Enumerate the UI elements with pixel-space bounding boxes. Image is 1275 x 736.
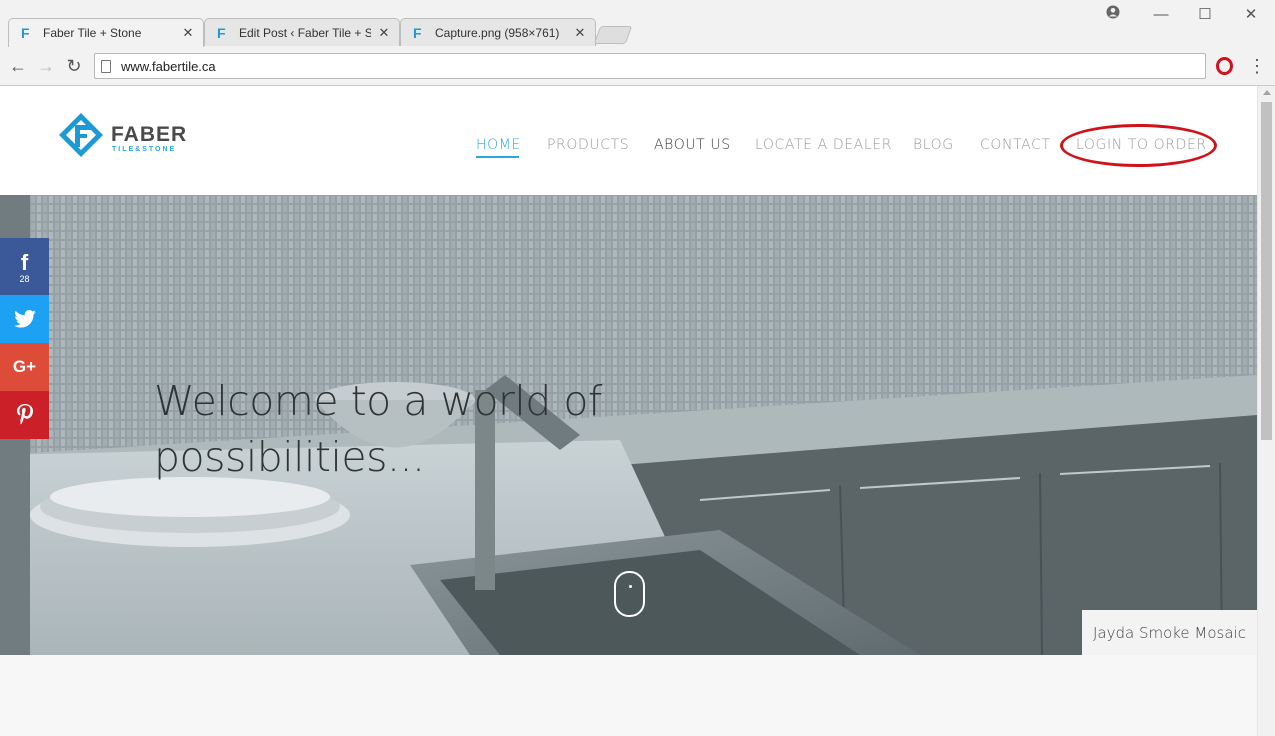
tab-title: Capture.png (958×761)	[435, 25, 560, 40]
tab-capture[interactable]: F Capture.png (958×761) ✕	[400, 18, 596, 46]
faber-favicon-icon: F	[217, 24, 226, 41]
site-header: FABER TILE&STONE HOME PRODUCTS ABOUT US …	[0, 86, 1257, 195]
mouse-wheel-dot	[629, 585, 632, 588]
close-tab-icon[interactable]: ✕	[181, 25, 195, 41]
page-scrollbar[interactable]	[1257, 86, 1275, 736]
slide-caption: Jayda Smoke Mosaic	[1082, 610, 1257, 655]
facebook-share-button[interactable]: f 28	[0, 238, 49, 295]
logo-sub-text: TILE&STONE	[112, 146, 177, 153]
nav-contact[interactable]: CONTACT	[980, 137, 1051, 153]
pinterest-share-button[interactable]	[0, 391, 49, 439]
opera-icon[interactable]	[1216, 57, 1233, 75]
faber-logo[interactable]: FABER TILE&STONE	[58, 112, 198, 162]
tab-title: Edit Post ‹ Faber Tile + St	[239, 25, 371, 40]
nav-home[interactable]: HOME	[476, 137, 521, 153]
nav-blog[interactable]: BLOG	[913, 137, 954, 153]
google-plus-icon: G+	[12, 357, 37, 376]
minimize-button[interactable]: —	[1148, 5, 1174, 25]
tab-title: Faber Tile + Stone	[43, 26, 142, 40]
tab-strip: F Faber Tile + Stone ✕ F Edit Post ‹ Fab…	[0, 0, 1275, 47]
hero-heading-line1: Welcome to a world of	[154, 377, 602, 425]
logo-brand-text: FABER	[111, 123, 188, 146]
facebook-icon: f	[20, 249, 29, 275]
twitter-share-button[interactable]	[0, 295, 49, 343]
nav-about-us[interactable]: ABOUT US	[654, 137, 731, 153]
close-tab-icon[interactable]: ✕	[573, 25, 587, 41]
scroll-down-mouse-icon[interactable]	[614, 571, 645, 617]
faber-logo-icon	[59, 113, 103, 157]
profile-icon[interactable]	[1100, 5, 1126, 25]
twitter-icon	[13, 310, 36, 328]
url-text: www.fabertile.ca	[121, 58, 216, 74]
web-page: FABER TILE&STONE HOME PRODUCTS ABOUT US …	[0, 86, 1257, 736]
close-tab-icon[interactable]: ✕	[377, 25, 391, 41]
pinterest-icon	[16, 404, 33, 425]
hero-heading: Welcome to a world of possibilities...	[154, 373, 674, 485]
nav-locate-a-dealer[interactable]: LOCATE A DEALER	[755, 137, 892, 153]
hero-banner: Welcome to a world of possibilities... J…	[0, 195, 1257, 655]
google-plus-share-button[interactable]: G+	[0, 343, 49, 391]
maximize-button[interactable]: ☐	[1192, 5, 1218, 25]
browser-chrome: F Faber Tile + Stone ✕ F Edit Post ‹ Fab…	[0, 0, 1275, 86]
scrollbar-thumb[interactable]	[1261, 102, 1272, 440]
tab-faber-home[interactable]: F Faber Tile + Stone ✕	[8, 18, 204, 47]
hero-heading-line2: possibilities...	[154, 433, 425, 481]
reload-icon[interactable]: ↻	[62, 54, 86, 78]
nav-products[interactable]: PRODUCTS	[547, 137, 629, 153]
social-share-bar: f 28 G+	[0, 238, 49, 439]
annotation-circle	[1060, 124, 1217, 167]
address-bar[interactable]: www.fabertile.ca	[94, 53, 1206, 79]
menu-dots-icon[interactable]: ⋮	[1248, 56, 1266, 76]
page-icon	[101, 59, 111, 73]
close-window-button[interactable]: ✕	[1238, 5, 1264, 25]
faber-favicon-icon: F	[21, 25, 30, 41]
content-section	[0, 655, 1257, 736]
forward-arrow-icon[interactable]: →	[34, 54, 58, 78]
new-tab-button[interactable]	[593, 26, 633, 44]
scroll-up-arrow-icon[interactable]	[1263, 90, 1271, 95]
tab-edit-post[interactable]: F Edit Post ‹ Faber Tile + St ✕	[204, 18, 400, 46]
back-arrow-icon[interactable]: ←	[6, 54, 30, 78]
nav-active-underline	[476, 156, 519, 158]
facebook-share-count: 28	[19, 273, 30, 284]
faber-favicon-icon: F	[413, 24, 422, 41]
